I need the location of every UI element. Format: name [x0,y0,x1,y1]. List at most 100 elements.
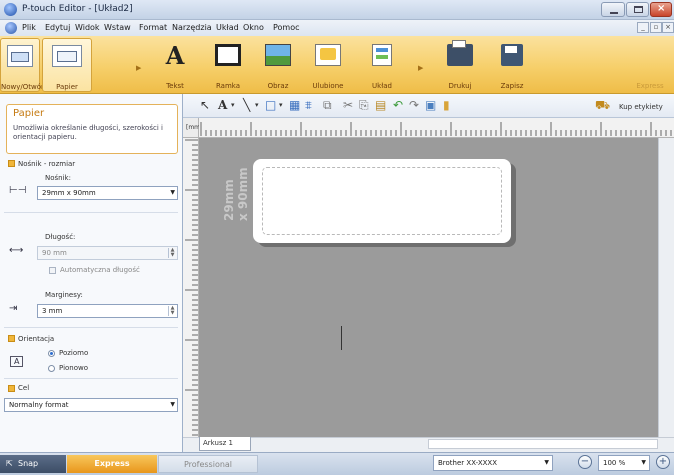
margins-spinner[interactable]: 3 mm ▲ ▼ [37,304,178,318]
save-button[interactable]: Zapisz [492,38,532,92]
close-button[interactable]: × [650,2,672,17]
size-line-1: 29mm [222,179,236,221]
menu-window[interactable]: Okno [243,23,264,32]
properties-icon[interactable]: ▮ [443,98,450,112]
text-button[interactable]: A Tekst [160,38,190,92]
redo-icon[interactable]: ↷ [409,98,419,112]
layout-button[interactable]: Układ [362,38,402,92]
print-label: Drukuj [448,82,472,90]
menu-tools[interactable]: Narzędzia [172,23,212,32]
portrait-label: Pionowo [59,364,89,372]
landscape-radio[interactable] [48,350,55,357]
media-width-icon: ⊢⊣ [9,185,27,196]
snap-icon: ⇱ [6,459,13,468]
undo-icon[interactable]: ↶ [393,98,403,112]
zoom-in-button[interactable]: + [656,455,670,469]
vertical-scrollbar[interactable] [658,138,674,437]
menu-view[interactable]: Widok [75,23,100,32]
printer-value: Brother XX-XXXX [438,459,498,467]
select-arrow-icon[interactable]: ↖ [200,98,210,112]
menu-edit[interactable]: Edytuj [45,23,70,32]
zoom-select[interactable]: 100 % ▼ [598,455,650,471]
cart-icon[interactable]: ⛟ [595,98,610,112]
spin-arrows-icon[interactable]: ▲ ▼ [168,306,176,316]
margins-label: Marginesy: [45,291,83,299]
express-label: Express [636,82,664,90]
vertical-ruler [183,138,199,437]
group-icon[interactable]: ⧉ [323,98,332,112]
snap-mode-button[interactable]: ⇱ Snap [0,455,66,473]
menu-format[interactable]: Format [139,23,167,32]
image-label: Obraz [267,82,289,90]
app-icon [4,3,17,16]
paste-icon[interactable]: ▤ [375,98,386,112]
printer-select[interactable]: Brother XX-XXXX ▼ [433,455,553,471]
section-marker-icon [8,385,15,392]
sheet-tab[interactable]: Arkusz 1 [199,437,251,451]
express-mode-tab[interactable]: Express [67,455,157,473]
size-line-2: x 90mm [236,167,250,221]
margins-icon: ⇥ [9,303,18,314]
cut-icon[interactable]: ✂ [343,98,353,112]
horizontal-scrollbar[interactable] [428,439,658,449]
rectangle-tool-icon[interactable]: □ [265,98,276,112]
menu-help[interactable]: Pomoc [273,23,300,32]
image-icon [265,44,291,66]
document-icon [5,22,17,34]
image-button[interactable]: Obraz [260,38,296,92]
chevron-down-icon[interactable]: ▾ [231,98,235,112]
divider [4,212,178,213]
purpose-combo[interactable]: Normalny format ▼ [4,398,178,412]
save-label: Zapisz [500,82,524,90]
text-tool-icon[interactable]: A [218,98,227,112]
line-tool-icon[interactable]: ╲ [243,98,250,112]
length-spinner[interactable]: 90 mm ▲ ▼ [37,246,178,260]
table-tool-icon[interactable]: ▦ [289,98,300,112]
clipart-button[interactable]: Ulubione [308,38,348,92]
paper-button[interactable]: Papier [42,38,92,92]
menu-file[interactable]: Plik [22,23,36,32]
express-mode-button[interactable]: Express [626,38,674,92]
print-button[interactable]: Drukuj [440,38,480,92]
ruler-ticks [185,139,198,436]
paper-title: Papier [13,108,45,119]
new-open-label: Nowy/Otwórz [1,83,48,91]
new-open-icon [7,45,33,67]
chevron-down-icon[interactable]: ▾ [255,98,259,112]
media-value: 29mm x 90mm [42,189,96,197]
printable-area [262,167,502,235]
chevron-down-icon: ▼ [641,459,646,466]
menu-insert[interactable]: Wstaw [104,23,131,32]
align-tool-icon[interactable]: ⩨ [305,98,312,112]
view-icon[interactable]: ▣ [425,98,436,112]
professional-mode-tab[interactable]: Professional [158,455,258,473]
media-section-title: Nośnik - rozmiar [18,160,76,168]
auto-length-checkbox[interactable] [49,267,56,274]
print-icon [447,40,473,66]
maximize-button[interactable] [626,2,649,17]
ribbon: Nowy/Otwórz Papier ▶ A Tekst Ramka Obraz… [0,36,674,94]
save-icon [501,44,523,66]
chevron-down-icon: ▼ [170,189,175,196]
doc-minimize-button[interactable]: _ [637,22,649,33]
label-size-text: 29mm x 90mm [222,167,250,221]
copy-icon[interactable]: ⎘ [359,98,369,112]
zoom-out-button[interactable]: − [578,455,592,469]
menu-layout[interactable]: Układ [216,23,239,32]
divider [4,327,178,328]
frame-button[interactable]: Ramka [210,38,246,92]
new-open-button[interactable]: Nowy/Otwórz [0,38,48,92]
zoom-value: 100 % [603,459,626,467]
doc-close-button[interactable]: × [662,22,674,33]
chevron-down-icon[interactable]: ▾ [279,98,283,112]
text-cursor [341,326,342,350]
purpose-section-title: Cel [18,384,30,392]
length-value: 90 mm [42,249,67,257]
spin-arrows-icon[interactable]: ▲ ▼ [168,248,176,258]
horizontal-ruler [199,118,674,138]
minimize-button[interactable] [601,2,625,17]
media-combo[interactable]: 29mm x 90mm ▼ [37,186,178,200]
portrait-radio[interactable] [48,365,55,372]
buy-labels-link[interactable]: Kup etykiety [619,100,663,114]
doc-restore-button[interactable]: ▫ [650,22,662,33]
